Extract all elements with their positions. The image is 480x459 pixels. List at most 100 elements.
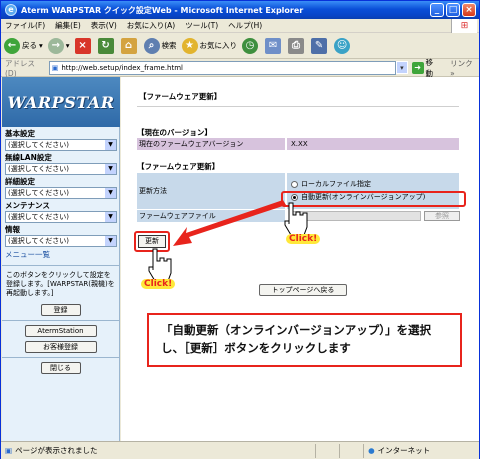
ie-icon: e (5, 4, 17, 16)
hand-cursor-icon (284, 202, 308, 236)
maximize-button[interactable]: □ (446, 3, 460, 17)
menu-view[interactable]: 表示(V) (91, 20, 117, 31)
favorites-button[interactable]: ★ お気に入り (181, 37, 238, 54)
hand-cursor-icon (148, 248, 172, 282)
radio-local[interactable] (291, 180, 298, 188)
register-button[interactable]: 登録 (40, 304, 81, 316)
aterm-station-button[interactable]: AtermStation (24, 325, 97, 337)
mail-icon: ✉ (265, 37, 282, 54)
address-dropdown[interactable]: ▾ (396, 61, 408, 74)
nav-label: 詳細設定 (5, 177, 35, 186)
maintenance-select[interactable]: (選択してください) ▼ (5, 211, 117, 223)
page-icon: ▣ (51, 63, 59, 72)
toolbar: ← 戻る ▾ → ▾ × ↻ ⌂ ⌕ 検索 ★ お気に入り ◷ ✉ ⎙ ✎ ☺ (1, 33, 479, 59)
menu-tools[interactable]: ツール(T) (185, 20, 218, 31)
nav-label: 情報 (5, 225, 20, 234)
address-bar: アドレス(D) ▣ http://web.setup/index_frame.h… (1, 57, 479, 79)
go-arrow-icon: ➜ (411, 61, 424, 74)
status-segment (339, 443, 363, 458)
go-button[interactable]: ➜ 移動 (411, 57, 440, 79)
chevron-down-icon: ▼ (105, 236, 116, 246)
dropdown-arrow-icon[interactable]: ▾ (39, 41, 43, 50)
mail-button[interactable]: ✉ (265, 37, 283, 54)
select-value: (選択してください) (8, 213, 70, 221)
click-label: Click! (141, 279, 176, 289)
address-url: http://web.setup/index_frame.html (61, 63, 184, 72)
edit-icon: ✎ (311, 37, 328, 54)
nav-label: 無線LAN設定 (5, 153, 52, 162)
select-value: (選択してください) (8, 165, 70, 173)
address-input[interactable]: ▣ http://web.setup/index_frame.html (48, 60, 397, 75)
windows-logo-icon: ⊞ (451, 19, 477, 33)
menu-favorites[interactable]: お気に入り(A) (127, 20, 175, 31)
dropdown-arrow-icon[interactable]: ▾ (66, 41, 70, 50)
history-icon: ◷ (242, 37, 259, 54)
messenger-icon: ☺ (334, 37, 351, 54)
edit-button[interactable]: ✎ (311, 37, 329, 54)
option-local-label: ローカルファイル指定 (301, 180, 371, 188)
chevron-down-icon: ▼ (105, 188, 116, 198)
menu-list-link[interactable]: メニュー一覧 (2, 247, 119, 262)
forward-button[interactable]: → ▾ (47, 37, 70, 54)
favorites-label: お気に入り (199, 41, 238, 50)
links-button[interactable]: リンク » (450, 58, 479, 78)
messenger-button[interactable]: ☺ (334, 37, 352, 54)
star-icon: ★ (181, 37, 198, 54)
select-value: (選択してください) (8, 141, 70, 149)
close-button[interactable]: × (462, 3, 476, 17)
update-section-title: 【ファームウェア更新】 (137, 162, 220, 171)
wireless-settings-select[interactable]: (選択してください) ▼ (5, 163, 117, 175)
chevron-down-icon: ▼ (105, 164, 116, 174)
select-value: (選択してください) (8, 237, 70, 245)
search-button[interactable]: ⌕ 検索 (143, 37, 177, 54)
print-button[interactable]: ⎙ (288, 37, 306, 54)
click-label: Click! (286, 234, 321, 244)
window-title: Aterm WARPSTAR クイック設定Web - Microsoft Int… (21, 5, 304, 15)
divider (2, 357, 119, 358)
chevron-down-icon: ▼ (105, 212, 116, 222)
home-button[interactable]: ⌂ (120, 37, 139, 54)
current-version-row: 現在のファームウェアバージョン X.XX (137, 138, 459, 150)
status-text: ページが表示されました (15, 446, 98, 455)
red-arrow-icon (173, 200, 286, 246)
back-button[interactable]: ← 戻る ▾ (4, 37, 43, 54)
back-arrow-icon: ← (4, 37, 20, 54)
info-select[interactable]: (選択してください) ▼ (5, 235, 117, 247)
page-title: 【ファームウェア更新】 (139, 92, 222, 101)
title-rule (137, 106, 459, 107)
advanced-settings-select[interactable]: (選択してください) ▼ (5, 187, 117, 199)
instruction-callout: 「自動更新（オンラインバージョンアップ）」を選択し、［更新］ボタンをクリックしま… (147, 313, 462, 367)
back-label: 戻る (22, 41, 37, 50)
update-method-text: 更新方法 (139, 187, 167, 195)
register-note: このボタンをクリックして設定を登録します。[WARPSTAR(親機)を再起動しま… (6, 271, 115, 297)
stop-icon: × (74, 37, 91, 54)
minimize-button[interactable]: _ (430, 3, 444, 17)
divider (2, 265, 119, 266)
option-local[interactable]: ローカルファイル指定 (291, 178, 371, 190)
menu-edit[interactable]: 編集(E) (55, 20, 81, 31)
nav-maintenance: メンテナンス (選択してください) ▼ (2, 199, 119, 223)
customer-register-button[interactable]: お客様登録 (24, 341, 97, 353)
stop-button[interactable]: × (74, 37, 93, 54)
globe-icon: ● (368, 446, 375, 455)
menu-bar: ファイル(F) 編集(E) 表示(V) お気に入り(A) ツール(T) ヘルプ(… (1, 19, 479, 33)
browse-button[interactable]: 参照 (424, 211, 460, 221)
warpstar-logo: WARPSTAR (2, 77, 120, 127)
sidebar: WARPSTAR 基本設定 (選択してください) ▼ 無線LAN設定 (選択して… (2, 77, 120, 441)
address-label: アドレス(D) (5, 58, 35, 78)
forward-arrow-icon: → (47, 37, 64, 54)
close-page-button[interactable]: 閉じる (40, 362, 81, 374)
menu-help[interactable]: ヘルプ(H) (228, 20, 262, 31)
refresh-icon: ↻ (97, 37, 114, 54)
status-segment (315, 443, 339, 458)
top-page-button[interactable]: トップページへ戻る (259, 284, 347, 296)
refresh-button[interactable]: ↻ (97, 37, 116, 54)
browser-window: e Aterm WARPSTAR クイック設定Web - Microsoft I… (0, 0, 480, 459)
select-value: (選択してください) (8, 189, 70, 197)
menu-file[interactable]: ファイル(F) (5, 20, 45, 31)
basic-settings-select[interactable]: (選択してください) ▼ (5, 139, 117, 151)
history-button[interactable]: ◷ (242, 37, 260, 54)
current-version-title: 【現在のバージョン】 (137, 128, 212, 137)
page-done-icon: ▣ (5, 446, 13, 455)
search-label: 検索 (161, 41, 177, 50)
